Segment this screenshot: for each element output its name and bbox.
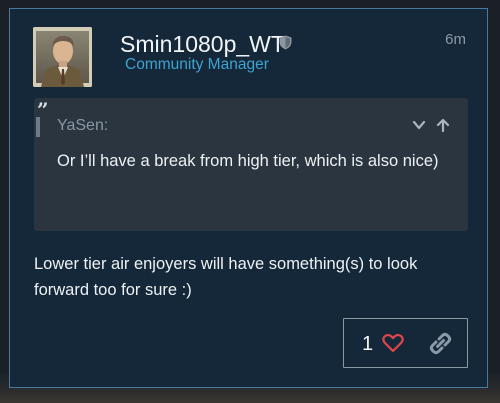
like-count[interactable]: 1 <box>362 332 373 356</box>
quote-text: Or I’ll have a break from high tier, whi… <box>57 152 439 170</box>
username[interactable]: Smin1080p_WT <box>120 30 285 58</box>
post-body: Lower tier air enjoyers will have someth… <box>34 255 418 299</box>
quote-block: ” YaSen: Or I’ll have a break from high … <box>34 98 468 231</box>
avatar[interactable] <box>33 27 92 87</box>
forum-post: Smin1080p_WT Community Manager 6m ” YaSe… <box>9 8 488 388</box>
quote-bar <box>36 117 40 137</box>
link-icon[interactable] <box>429 332 452 355</box>
quote-author[interactable]: YaSen: <box>57 116 108 136</box>
arrow-up-icon[interactable] <box>436 118 450 132</box>
post-actions: 1 <box>343 318 468 368</box>
user-role[interactable]: Community Manager <box>125 55 269 75</box>
chevron-down-icon[interactable] <box>412 118 426 132</box>
post-timestamp[interactable]: 6m <box>445 31 466 49</box>
heart-icon[interactable] <box>382 333 404 353</box>
shield-icon <box>279 35 292 50</box>
